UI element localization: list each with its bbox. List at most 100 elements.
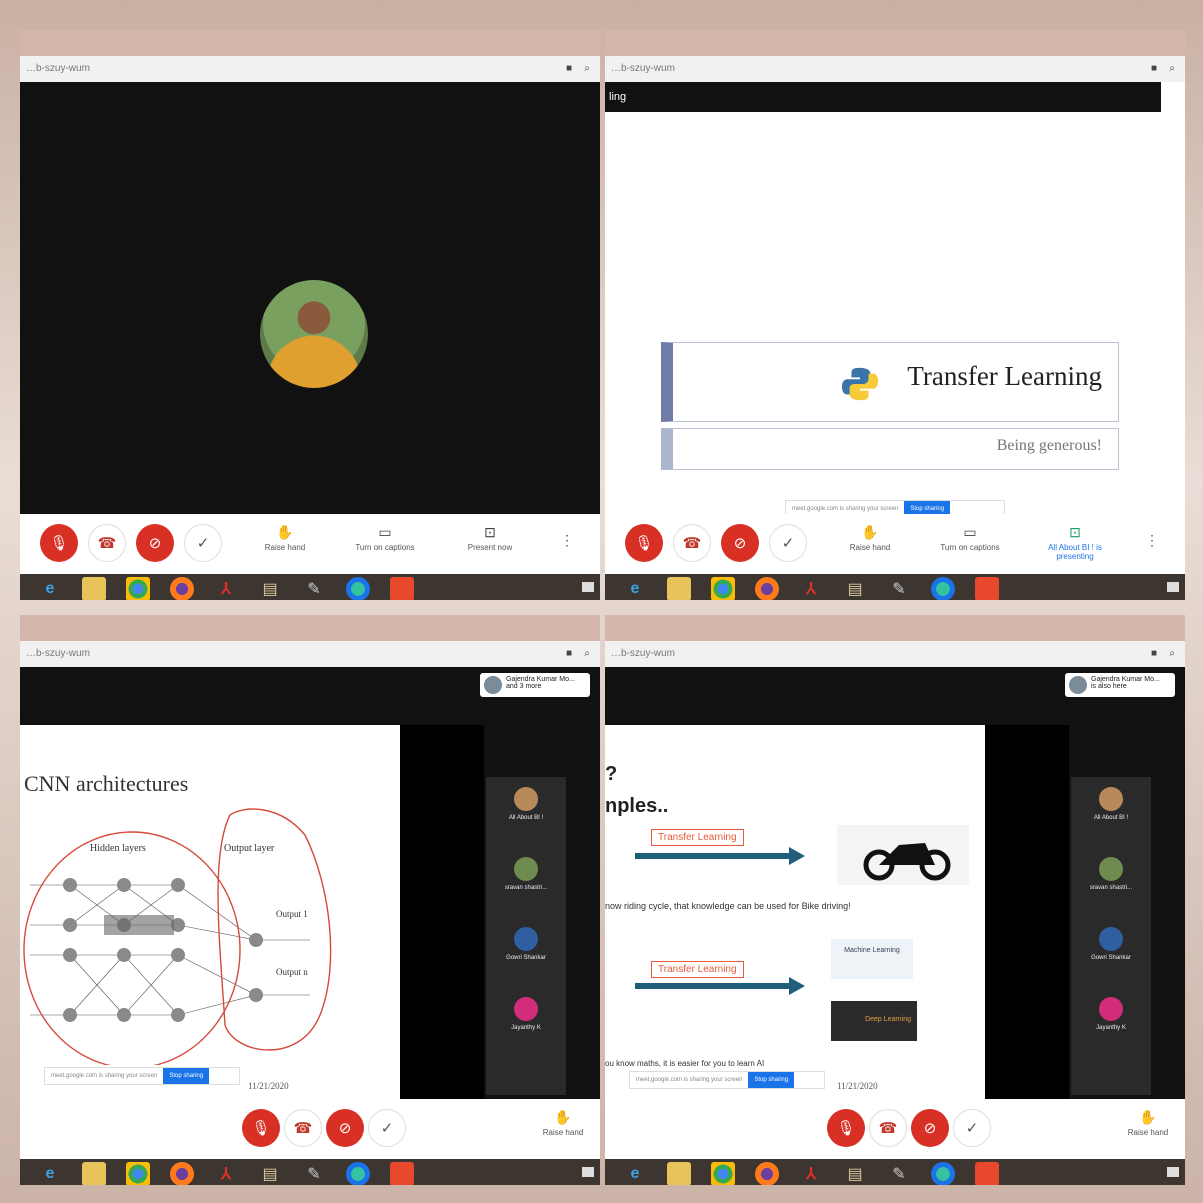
paint-icon[interactable]: ✎ bbox=[887, 1162, 911, 1185]
ie-icon[interactable]: e bbox=[38, 1162, 62, 1185]
camera-off-button[interactable]: ⊘ bbox=[326, 1109, 364, 1147]
edge-icon[interactable] bbox=[346, 1162, 370, 1185]
participant-tile[interactable]: All About BI ! bbox=[1071, 787, 1151, 821]
more-options-icon[interactable]: ⋮ bbox=[560, 532, 574, 549]
photos-icon[interactable]: ▤ bbox=[843, 577, 867, 600]
leave-call-button[interactable]: ☎ bbox=[284, 1109, 322, 1147]
keyboard-icon[interactable] bbox=[1167, 1167, 1179, 1177]
firefox-icon[interactable] bbox=[170, 577, 194, 600]
camera-off-button[interactable]: ⊘ bbox=[911, 1109, 949, 1147]
camera-off-button[interactable]: ⊘ bbox=[721, 524, 759, 562]
avatar bbox=[514, 787, 538, 811]
raise-hand-button[interactable]: ✋ Raise hand bbox=[1123, 1109, 1173, 1137]
paint-icon[interactable]: ✎ bbox=[302, 577, 326, 600]
ie-icon[interactable]: e bbox=[623, 577, 647, 600]
paint-icon[interactable]: ✎ bbox=[302, 1162, 326, 1185]
ie-icon[interactable]: e bbox=[38, 577, 62, 600]
office-icon[interactable] bbox=[975, 1162, 999, 1185]
camera-icon[interactable]: ■ bbox=[1151, 56, 1157, 82]
keyboard-icon[interactable] bbox=[1167, 582, 1179, 592]
camera-icon[interactable]: ■ bbox=[566, 56, 572, 82]
participant-tile[interactable]: All About BI ! bbox=[486, 787, 566, 821]
participant-tile[interactable]: Jayanthy K bbox=[1071, 997, 1151, 1031]
mic-off-button[interactable]: 🎙 bbox=[40, 524, 78, 562]
camera-icon[interactable]: ■ bbox=[566, 641, 572, 667]
office-icon[interactable] bbox=[390, 577, 414, 600]
photos-icon[interactable]: ▤ bbox=[843, 1162, 867, 1185]
chrome-icon[interactable] bbox=[126, 1162, 150, 1185]
participant-tile[interactable]: Gowri Shankar bbox=[486, 927, 566, 961]
leave-call-button[interactable]: ☎ bbox=[88, 524, 126, 562]
firefox-icon[interactable] bbox=[755, 577, 779, 600]
stop-sharing-button[interactable]: Stop sharing bbox=[163, 1068, 210, 1084]
edge-icon[interactable] bbox=[346, 577, 370, 600]
chrome-icon[interactable] bbox=[126, 577, 150, 600]
participant-tile[interactable]: Jayanthy K bbox=[486, 997, 566, 1031]
zoom-icon[interactable]: ⌕ bbox=[584, 56, 590, 82]
hang-up-icon: ☎ bbox=[682, 535, 702, 552]
presenter-chip[interactable]: Gajendra Kumar Mo... is also here bbox=[1065, 673, 1175, 697]
video-stage: Gajendra Kumar Mo... and 3 more CNN archi… bbox=[20, 667, 600, 1105]
keyboard-icon[interactable] bbox=[582, 582, 594, 592]
leave-call-button[interactable]: ☎ bbox=[673, 524, 711, 562]
edge-icon[interactable] bbox=[931, 1162, 955, 1185]
participant-tile[interactable]: sravan shastri... bbox=[486, 857, 566, 891]
url-text[interactable]: …b-szuy-wum bbox=[26, 648, 90, 659]
acrobat-icon[interactable]: ⅄ bbox=[214, 577, 238, 600]
folder-icon[interactable] bbox=[82, 577, 106, 600]
folder-icon[interactable] bbox=[82, 1162, 106, 1185]
office-icon[interactable] bbox=[390, 1162, 414, 1185]
mic-off-button[interactable]: 🎙 bbox=[242, 1109, 280, 1147]
captions-button[interactable]: ▭ Turn on captions bbox=[345, 524, 425, 552]
present-now-button[interactable]: ⊡ Present now bbox=[450, 524, 530, 552]
participant-tile[interactable]: sravan shastri... bbox=[1071, 857, 1151, 891]
browser-bar: …b-szuy-wum ■ ⌕ bbox=[605, 30, 1185, 82]
zoom-icon[interactable]: ⌕ bbox=[1169, 641, 1175, 667]
chrome-icon[interactable] bbox=[711, 577, 735, 600]
folder-icon[interactable] bbox=[667, 577, 691, 600]
arrow-2 bbox=[635, 977, 805, 995]
keyboard-icon[interactable] bbox=[582, 1167, 594, 1177]
mic-off-button[interactable]: 🎙 bbox=[827, 1109, 865, 1147]
camera-off-icon: ⊘ bbox=[733, 535, 747, 552]
ie-icon[interactable]: e bbox=[623, 1162, 647, 1185]
office-icon[interactable] bbox=[975, 577, 999, 600]
more-options-icon[interactable]: ⋮ bbox=[1145, 532, 1159, 549]
captions-icon: ▭ bbox=[378, 524, 392, 540]
raise-hand-button[interactable]: ✋ Raise hand bbox=[245, 524, 325, 552]
mic-off-button[interactable]: 🎙 bbox=[625, 524, 663, 562]
zoom-icon[interactable]: ⌕ bbox=[584, 641, 590, 667]
acrobat-icon[interactable]: ⅄ bbox=[799, 1162, 823, 1185]
stop-sharing-button[interactable]: Stop sharing bbox=[748, 1072, 795, 1088]
camera-off-button[interactable]: ⊘ bbox=[136, 524, 174, 562]
firefox-icon[interactable] bbox=[755, 1162, 779, 1185]
check-button[interactable]: ✓ bbox=[953, 1109, 991, 1147]
check-button[interactable]: ✓ bbox=[769, 524, 807, 562]
acrobat-icon[interactable]: ⅄ bbox=[214, 1162, 238, 1185]
acrobat-icon[interactable]: ⅄ bbox=[799, 577, 823, 600]
url-text[interactable]: …b-szuy-wum bbox=[611, 648, 675, 659]
present-icon: ⊡ bbox=[1069, 524, 1081, 540]
raise-hand-button[interactable]: ✋ Raise hand bbox=[830, 524, 910, 552]
participant-tile[interactable]: Gowri Shankar bbox=[1071, 927, 1151, 961]
folder-icon[interactable] bbox=[667, 1162, 691, 1185]
raise-hand-button[interactable]: ✋ Raise hand bbox=[538, 1109, 588, 1137]
presenter-chip[interactable]: Gajendra Kumar Mo... and 3 more bbox=[480, 673, 590, 697]
camera-icon[interactable]: ■ bbox=[1151, 641, 1157, 667]
photos-icon[interactable]: ▤ bbox=[258, 1162, 282, 1185]
slide-header-bar: ling bbox=[605, 82, 1161, 112]
zoom-icon[interactable]: ⌕ bbox=[1169, 56, 1175, 82]
meet-panel-2: …b-szuy-wum ■ ⌕ ling Transfer Learning B… bbox=[605, 30, 1185, 600]
leave-call-button[interactable]: ☎ bbox=[869, 1109, 907, 1147]
check-button[interactable]: ✓ bbox=[184, 524, 222, 562]
captions-button[interactable]: ▭ Turn on captions bbox=[930, 524, 1010, 552]
paint-icon[interactable]: ✎ bbox=[887, 577, 911, 600]
check-button[interactable]: ✓ bbox=[368, 1109, 406, 1147]
url-text[interactable]: …b-szuy-wum bbox=[26, 63, 90, 74]
firefox-icon[interactable] bbox=[170, 1162, 194, 1185]
presenting-indicator[interactable]: ⊡ All About BI ! is presenting bbox=[1035, 524, 1115, 561]
chrome-icon[interactable] bbox=[711, 1162, 735, 1185]
url-text[interactable]: …b-szuy-wum bbox=[611, 63, 675, 74]
edge-icon[interactable] bbox=[931, 577, 955, 600]
photos-icon[interactable]: ▤ bbox=[258, 577, 282, 600]
